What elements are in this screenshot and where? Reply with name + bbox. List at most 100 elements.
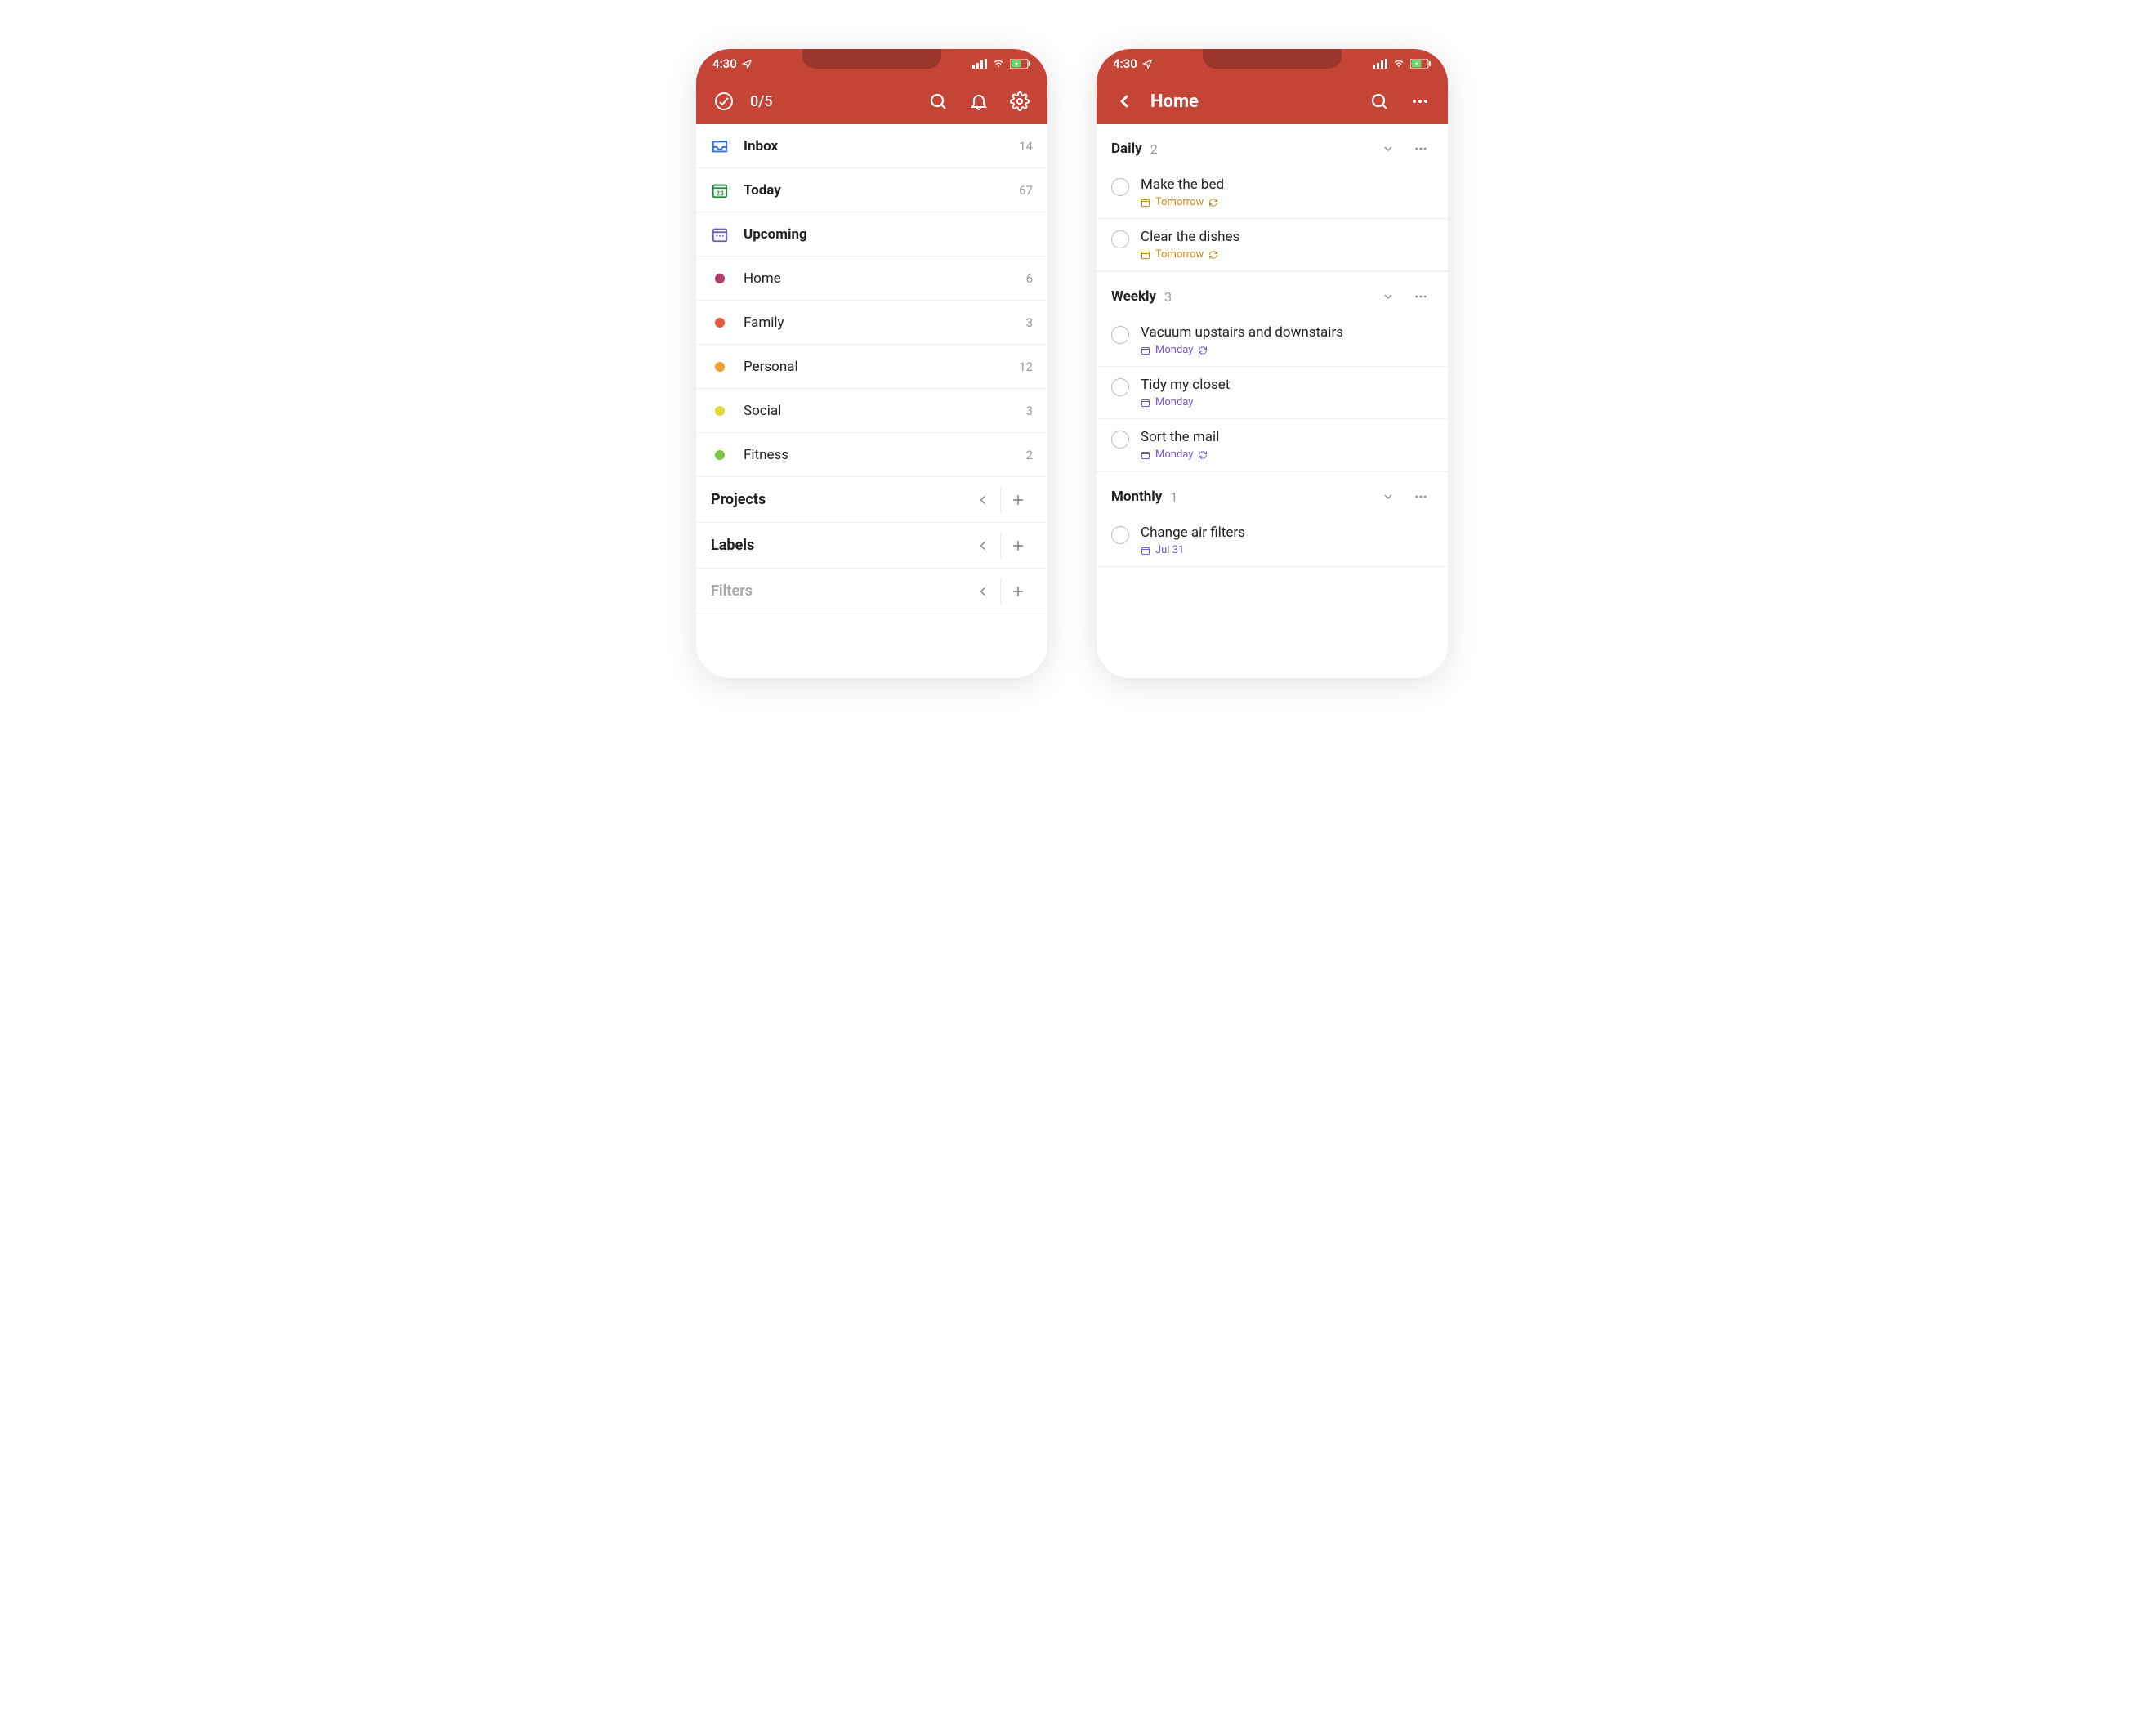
search-button[interactable]: [1365, 87, 1394, 116]
collapse-button[interactable]: [966, 483, 1000, 517]
section-more-button[interactable]: [1409, 489, 1433, 504]
more-horizontal-icon: [1414, 489, 1428, 504]
section-header-monthly[interactable]: Monthly 1: [1097, 471, 1448, 515]
battery-charging-icon: [1010, 59, 1031, 69]
project-color-dot: [711, 446, 729, 464]
task-checkbox[interactable]: [1111, 431, 1129, 449]
project-fitness[interactable]: Fitness 2: [696, 433, 1047, 477]
add-button[interactable]: [1001, 529, 1035, 563]
calendar-mini-icon: [1141, 398, 1150, 408]
task-title: Make the bed: [1141, 176, 1433, 193]
task-checkbox[interactable]: [1111, 326, 1129, 344]
chevron-left-icon: [1114, 91, 1134, 111]
task-checkbox[interactable]: [1111, 230, 1129, 248]
calendar-mini-icon: [1141, 450, 1150, 460]
calendar-mini-icon: [1141, 198, 1150, 208]
task-due: Jul 31: [1141, 544, 1433, 556]
collapse-button[interactable]: [966, 574, 1000, 609]
task-row[interactable]: Sort the mail Monday: [1097, 419, 1448, 471]
plus-icon: [1010, 492, 1026, 508]
calendar-mini-icon: [1141, 250, 1150, 260]
productivity-button[interactable]: [709, 87, 739, 116]
more-button[interactable]: [1405, 87, 1435, 116]
project-count: 6: [1026, 271, 1033, 286]
task-due-label: Tomorrow: [1155, 248, 1204, 261]
section-projects[interactable]: Projects: [696, 477, 1047, 523]
search-icon: [1369, 91, 1389, 111]
task-row[interactable]: Make the bed Tomorrow: [1097, 167, 1448, 219]
project-label: Home: [744, 270, 1012, 287]
search-icon: [928, 91, 948, 111]
view-upcoming[interactable]: Upcoming: [696, 212, 1047, 257]
calendar-today-icon: 23: [711, 181, 729, 199]
project-count: 12: [1019, 359, 1033, 374]
task-checkbox[interactable]: [1111, 526, 1129, 544]
task-row[interactable]: Change air filters Jul 31: [1097, 515, 1448, 567]
project-title: Home: [1150, 91, 1353, 112]
add-button[interactable]: [1001, 574, 1035, 609]
task-due-label: Monday: [1155, 396, 1193, 408]
search-button[interactable]: [923, 87, 953, 116]
wifi-icon: [1392, 59, 1405, 69]
project-count: 3: [1026, 315, 1033, 330]
fade-overlay: [1097, 621, 1448, 678]
section-label: Filters: [711, 582, 966, 600]
status-time: 4:30: [1113, 56, 1137, 71]
section-header-weekly[interactable]: Weekly 3: [1097, 271, 1448, 315]
location-arrow-icon: [1142, 59, 1153, 69]
project-label: Social: [744, 403, 1012, 419]
task-row[interactable]: Vacuum upstairs and downstairs Monday: [1097, 315, 1448, 367]
project-label: Family: [744, 315, 1012, 331]
recurring-icon: [1208, 198, 1218, 208]
task-due: Monday: [1141, 344, 1433, 356]
section-header-daily[interactable]: Daily 2: [1097, 124, 1448, 167]
notifications-button[interactable]: [964, 87, 994, 116]
chevron-down-icon: [1382, 490, 1395, 503]
task-title: Vacuum upstairs and downstairs: [1141, 324, 1433, 341]
section-filters[interactable]: Filters: [696, 569, 1047, 614]
svg-text:23: 23: [716, 190, 724, 198]
section-labels[interactable]: Labels: [696, 523, 1047, 569]
task-due-label: Monday: [1155, 449, 1193, 461]
task-title: Sort the mail: [1141, 429, 1433, 445]
app-bar: Home: [1097, 78, 1448, 124]
chevron-left-icon: [976, 584, 990, 599]
add-button[interactable]: [1001, 483, 1035, 517]
plus-icon: [1010, 583, 1026, 600]
collapse-section-button[interactable]: [1376, 290, 1400, 303]
section-title: Daily: [1111, 141, 1142, 157]
collapse-button[interactable]: [966, 529, 1000, 563]
productivity-progress: 0/5: [750, 93, 912, 110]
view-today[interactable]: 23 Today 67: [696, 168, 1047, 212]
section-more-button[interactable]: [1409, 141, 1433, 156]
phone-project-view: 4:30 Home Daily 2: [1097, 49, 1448, 678]
task-checkbox[interactable]: [1111, 178, 1129, 196]
task-row[interactable]: Tidy my closet Monday: [1097, 367, 1448, 419]
section-label: Projects: [711, 491, 966, 508]
task-title: Tidy my closet: [1141, 377, 1433, 393]
view-inbox[interactable]: Inbox 14: [696, 124, 1047, 168]
more-horizontal-icon: [1410, 91, 1430, 111]
wifi-icon: [992, 59, 1005, 69]
project-home[interactable]: Home 6: [696, 257, 1047, 301]
project-count: 2: [1026, 448, 1033, 462]
view-count: 14: [1019, 139, 1033, 154]
calendar-upcoming-icon: [711, 225, 729, 243]
more-horizontal-icon: [1414, 141, 1428, 156]
chevron-left-icon: [976, 538, 990, 553]
settings-button[interactable]: [1005, 87, 1034, 116]
back-button[interactable]: [1110, 87, 1139, 116]
project-family[interactable]: Family 3: [696, 301, 1047, 345]
task-checkbox[interactable]: [1111, 378, 1129, 396]
project-social[interactable]: Social 3: [696, 389, 1047, 433]
task-due: Monday: [1141, 449, 1433, 461]
project-personal[interactable]: Personal 12: [696, 345, 1047, 389]
collapse-section-button[interactable]: [1376, 490, 1400, 503]
section-title: Weekly: [1111, 288, 1156, 305]
task-row[interactable]: Clear the dishes Tomorrow: [1097, 219, 1448, 271]
project-color-dot: [711, 314, 729, 332]
collapse-section-button[interactable]: [1376, 142, 1400, 155]
section-more-button[interactable]: [1409, 289, 1433, 304]
project-content: Daily 2 Make the bed Tomorrow Clear the …: [1097, 124, 1448, 678]
section-count: 1: [1170, 489, 1177, 505]
